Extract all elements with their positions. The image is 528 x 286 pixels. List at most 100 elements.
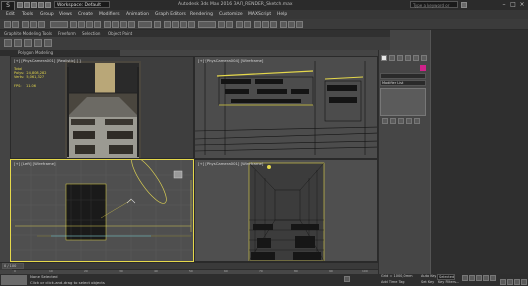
tab-selection[interactable]: Selection: [82, 30, 100, 37]
tab-graphite-modeling-tools[interactable]: Graphite Modeling Tools: [4, 30, 52, 37]
align-icon[interactable]: [226, 21, 233, 28]
new-file-icon[interactable]: [17, 2, 23, 8]
viewport-top-right[interactable]: [+] [PhysCamera004] [Wireframe]: [194, 56, 378, 159]
next-frame-icon[interactable]: [483, 275, 489, 281]
snap-toggle-icon[interactable]: [164, 21, 171, 28]
open-file-icon[interactable]: [24, 2, 30, 8]
go-to-end-icon[interactable]: [490, 275, 496, 281]
move-icon[interactable]: [104, 21, 111, 28]
menu-help[interactable]: Help: [277, 11, 287, 18]
bind-space-warp-icon[interactable]: [38, 21, 45, 28]
unlink-icon[interactable]: [30, 21, 37, 28]
reference-coordinate-dropdown[interactable]: [138, 21, 152, 28]
set-key-button[interactable]: Set Key: [420, 280, 436, 286]
ribbon-tool-icon[interactable]: [34, 39, 42, 47]
viewport-bottom-right[interactable]: [+] [PhysCamera001] [Wireframe]: [194, 159, 378, 262]
add-time-tag[interactable]: Add Time Tag: [380, 280, 410, 286]
viewport-label[interactable]: [+] [PhysCamera004] [Wireframe]: [198, 58, 263, 63]
viewport-label[interactable]: [+] [PhysCamera001] [Wireframe]: [198, 161, 263, 166]
mirror-icon[interactable]: [218, 21, 225, 28]
orbit-icon[interactable]: [514, 279, 520, 285]
pin-stack-icon[interactable]: [382, 118, 388, 124]
workspace-dropdown[interactable]: Workspace: Default: [54, 1, 110, 8]
menu-group[interactable]: Group: [40, 11, 54, 18]
ribbon-tool-icon[interactable]: [14, 39, 22, 47]
named-selection-dropdown[interactable]: [198, 21, 216, 28]
maxscript-listener[interactable]: [1, 275, 27, 285]
tab-freeform[interactable]: Freeform: [58, 30, 76, 37]
modifier-list-dropdown[interactable]: Modifier List: [380, 80, 426, 86]
menu-modifiers[interactable]: Modifiers: [99, 11, 120, 18]
make-unique-icon[interactable]: [398, 118, 404, 124]
menu-maxscript[interactable]: MAXScript: [248, 11, 271, 18]
close-button[interactable]: ×: [518, 1, 526, 8]
select-object-icon[interactable]: [70, 21, 77, 28]
menu-animation[interactable]: Animation: [126, 11, 149, 18]
search-icon[interactable]: [461, 2, 467, 8]
select-by-name-icon[interactable]: [78, 21, 85, 28]
selection-filter-dropdown[interactable]: [50, 21, 68, 28]
menu-views[interactable]: Views: [59, 11, 72, 18]
graphite-toggle-icon[interactable]: [244, 21, 251, 28]
display-tab-icon[interactable]: [413, 55, 419, 61]
spinner-snap-icon[interactable]: [188, 21, 195, 28]
modify-tab-icon[interactable]: [389, 55, 395, 61]
pivot-center-icon[interactable]: [154, 21, 161, 28]
schematic-view-icon[interactable]: [262, 21, 269, 28]
angle-snap-icon[interactable]: [172, 21, 179, 28]
save-file-icon[interactable]: [31, 2, 37, 8]
modifier-stack[interactable]: [380, 88, 426, 116]
hierarchy-tab-icon[interactable]: [397, 55, 403, 61]
go-to-start-icon[interactable]: [462, 275, 468, 281]
viewport-top-left[interactable]: [+] [PhysCamera001] [Realistic] [ ] Tota…: [10, 56, 194, 159]
viewport-label[interactable]: [+] [Left] [Wireframe]: [14, 161, 55, 166]
ribbon-tool-icon[interactable]: [44, 39, 52, 47]
menu-rendering[interactable]: Rendering: [190, 11, 213, 18]
menu-edit[interactable]: Edit: [6, 11, 15, 18]
minimize-button[interactable]: –: [500, 1, 508, 8]
place-icon[interactable]: [128, 21, 135, 28]
layer-manager-icon[interactable]: [236, 21, 243, 28]
object-color-swatch[interactable]: [420, 65, 426, 71]
undo-icon[interactable]: [38, 2, 44, 8]
menu-tools[interactable]: Tools: [22, 11, 33, 18]
ribbon-tool-icon[interactable]: [4, 39, 12, 47]
object-name-field[interactable]: [380, 73, 426, 79]
utilities-tab-icon[interactable]: [421, 55, 427, 61]
play-icon[interactable]: [476, 275, 482, 281]
rendered-frame-window-icon[interactable]: [288, 21, 295, 28]
tab-object-paint[interactable]: Object Paint: [108, 30, 132, 37]
search-input[interactable]: Type a keyword or phrase: [410, 1, 458, 15]
scale-icon[interactable]: [120, 21, 127, 28]
rotate-icon[interactable]: [112, 21, 119, 28]
material-editor-icon[interactable]: [270, 21, 277, 28]
key-filters-button[interactable]: Key Filters...: [437, 280, 461, 286]
percent-snap-icon[interactable]: [180, 21, 187, 28]
menu-customize[interactable]: Customize: [219, 11, 243, 18]
motion-tab-icon[interactable]: [405, 55, 411, 61]
configure-sets-icon[interactable]: [414, 118, 420, 124]
zoom-icon[interactable]: [500, 279, 506, 285]
pan-icon[interactable]: [507, 279, 513, 285]
render-production-icon[interactable]: [296, 21, 303, 28]
render-setup-icon[interactable]: [280, 21, 287, 28]
menu-graph-editors[interactable]: Graph Editors: [155, 11, 186, 18]
undo-toolbar-icon[interactable]: [4, 21, 11, 28]
maximize-viewport-icon[interactable]: [521, 279, 527, 285]
rectangular-selection-icon[interactable]: [86, 21, 93, 28]
show-end-result-icon[interactable]: [390, 118, 396, 124]
menu-create[interactable]: Create: [78, 11, 93, 18]
window-crossing-icon[interactable]: [94, 21, 101, 28]
create-tab-icon[interactable]: [381, 55, 387, 61]
previous-frame-icon[interactable]: [469, 275, 475, 281]
link-icon[interactable]: [22, 21, 29, 28]
lock-selection-icon[interactable]: [344, 276, 350, 282]
redo-icon[interactable]: [45, 2, 51, 8]
scene-explorer-panel[interactable]: [430, 30, 528, 274]
viewport-bottom-left[interactable]: [+] [Left] [Wireframe]: [10, 159, 194, 262]
curve-editor-icon[interactable]: [254, 21, 261, 28]
remove-modifier-icon[interactable]: [406, 118, 412, 124]
redo-toolbar-icon[interactable]: [12, 21, 19, 28]
maximize-button[interactable]: □: [509, 1, 517, 8]
viewport-label[interactable]: [+] [PhysCamera001] [Realistic] [ ]: [14, 58, 81, 63]
